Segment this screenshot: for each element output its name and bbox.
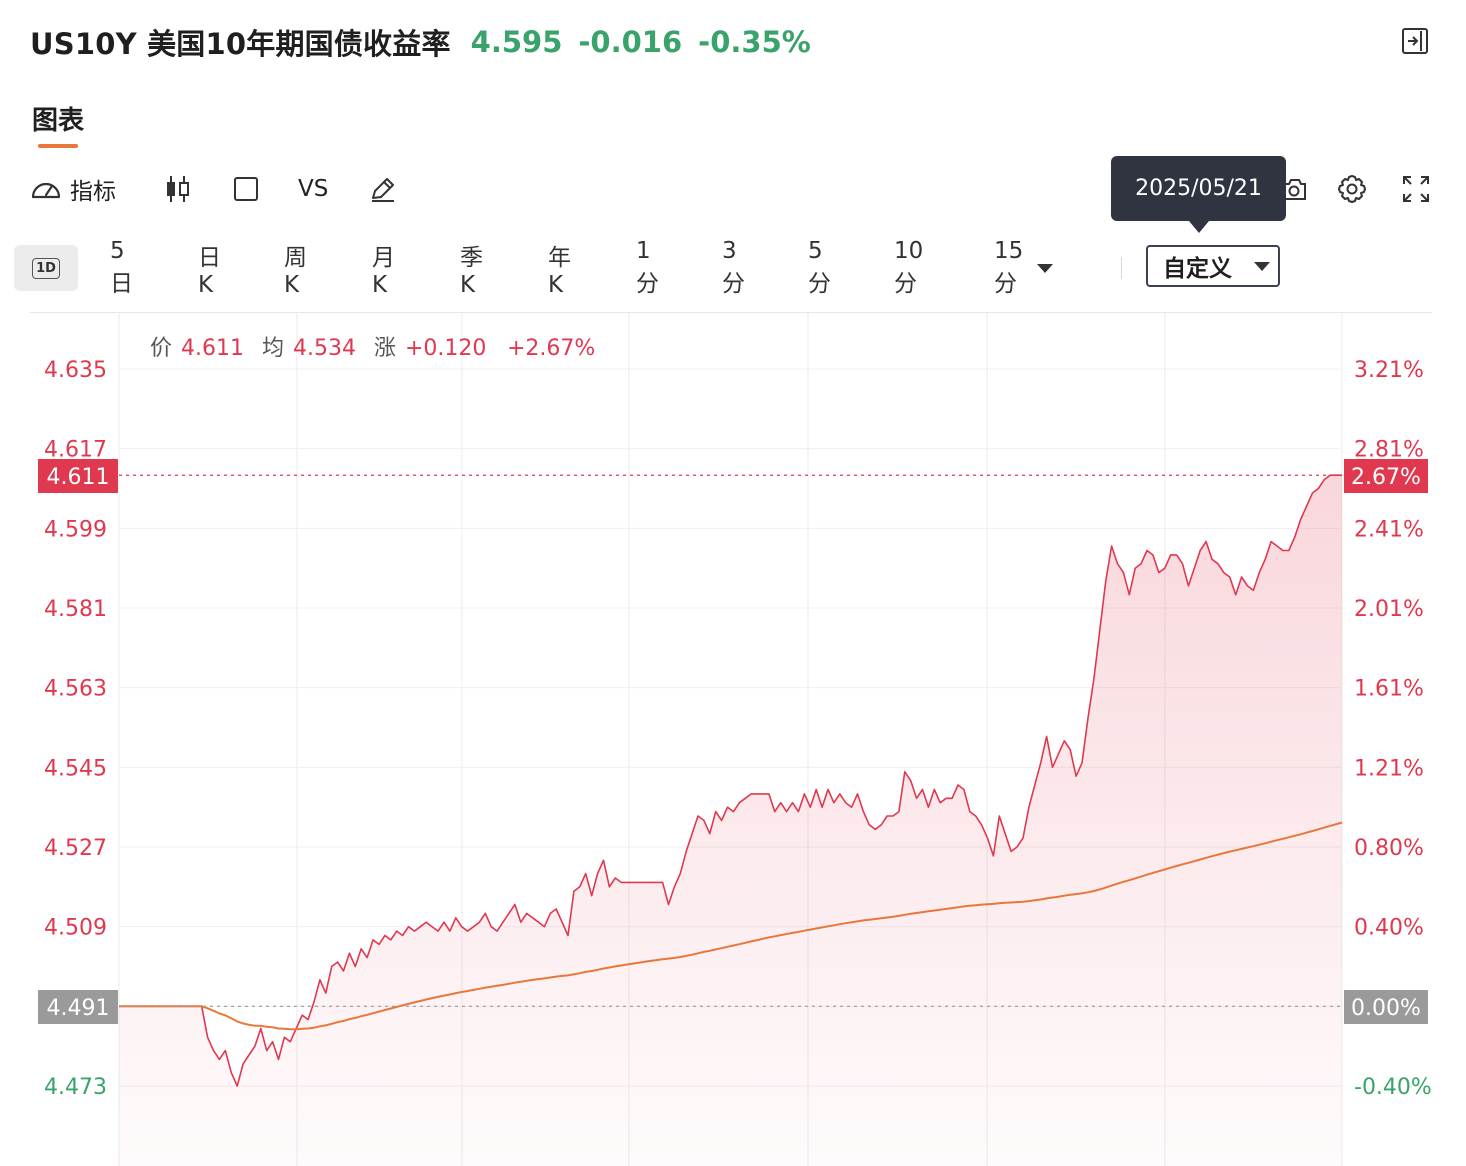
fullscreen-icon bbox=[1403, 176, 1429, 202]
last-price: 4.595 bbox=[470, 25, 563, 59]
quote-header: US10Y 美国10年期国债收益率 4.595 -0.016 -0.35% bbox=[30, 22, 811, 62]
tab-chart[interactable]: 图表 bbox=[32, 100, 84, 137]
price-area bbox=[119, 475, 1342, 1166]
current-pct-marker: 2.67% bbox=[1351, 465, 1421, 490]
custom-period-dropdown[interactable]: 自定义 bbox=[1146, 245, 1280, 287]
info-chg-value: +0.120 bbox=[405, 336, 486, 361]
period-divider bbox=[1121, 257, 1122, 279]
y-tick-label-right: -0.40% bbox=[1354, 1075, 1432, 1100]
chevron-down-icon bbox=[1037, 263, 1054, 273]
y-tick-label-right: 2.81% bbox=[1354, 438, 1424, 463]
current-price-marker: 4.611 bbox=[47, 465, 110, 490]
base-price-marker: 4.491 bbox=[47, 996, 110, 1021]
price-change: -0.016 bbox=[578, 25, 683, 59]
info-chg-pct: +2.67% bbox=[507, 336, 595, 361]
custom-period-label: 自定义 bbox=[1163, 256, 1232, 282]
intraday-chart[interactable]: 4.635 4.617 4.599 4.581 4.563 4.545 4.527 4.509… bbox=[0, 300, 1466, 1166]
period-1d-label: 1D bbox=[32, 257, 60, 279]
info-price-value: 4.611 bbox=[181, 336, 244, 361]
y-tick-label-left: 4.635 bbox=[44, 358, 107, 383]
y-tick-label-left: 4.581 bbox=[44, 597, 107, 622]
y-tick-label-left: 4.473 bbox=[44, 1075, 107, 1100]
period-day-k[interactable]: 日K bbox=[198, 245, 221, 298]
camera-icon bbox=[1283, 179, 1306, 200]
period-10min[interactable]: 10分 bbox=[894, 238, 923, 297]
square-icon bbox=[234, 177, 258, 201]
period-1min[interactable]: 1分 bbox=[636, 238, 659, 297]
indicator-button[interactable]: 指标 bbox=[30, 172, 116, 206]
square-button[interactable] bbox=[233, 172, 259, 206]
period-year-k[interactable]: 年K bbox=[548, 245, 571, 298]
crosshair-info: 价 4.611 均 4.534 涨 +0.120 +2.67% bbox=[150, 336, 595, 361]
y-tick-label-right: 0.40% bbox=[1354, 916, 1424, 941]
y-tick-label-right: 1.61% bbox=[1354, 677, 1424, 702]
y-tick-label-left: 4.509 bbox=[44, 916, 107, 941]
candlestick-icon bbox=[167, 176, 189, 202]
candlestick-button[interactable] bbox=[164, 172, 192, 206]
pencil-icon bbox=[372, 178, 394, 202]
y-tick-label-left: 4.563 bbox=[44, 677, 107, 702]
draw-button[interactable] bbox=[368, 172, 398, 206]
y-tick-label-left: 4.527 bbox=[44, 836, 107, 861]
y-tick-label-right: 0.80% bbox=[1354, 836, 1424, 861]
active-tab-indicator bbox=[38, 144, 78, 148]
chevron-down-icon bbox=[1254, 261, 1270, 271]
info-avg-value: 4.534 bbox=[293, 336, 356, 361]
gear-icon bbox=[1338, 175, 1366, 203]
period-week-k[interactable]: 周K bbox=[284, 245, 307, 298]
price-change-percent: -0.35% bbox=[698, 25, 811, 59]
period-3min[interactable]: 3分 bbox=[722, 238, 745, 297]
y-tick-label-right: 2.01% bbox=[1354, 597, 1424, 622]
period-5d[interactable]: 5日 bbox=[110, 238, 133, 297]
info-price-label: 价 bbox=[150, 336, 172, 361]
y-tick-label-right: 2.41% bbox=[1354, 517, 1424, 542]
period-month-k[interactable]: 月K bbox=[372, 245, 395, 298]
y-tick-label-right: 1.21% bbox=[1354, 756, 1424, 781]
info-avg-label: 均 bbox=[262, 336, 284, 361]
fullscreen-button[interactable] bbox=[1402, 172, 1430, 206]
base-pct-marker: 0.00% bbox=[1351, 996, 1421, 1021]
compare-button[interactable]: VS bbox=[298, 172, 328, 206]
instrument-title: US10Y 美国10年期国债收益率 bbox=[30, 27, 451, 61]
screenshot-button[interactable] bbox=[1283, 172, 1307, 206]
settings-button[interactable] bbox=[1337, 172, 1367, 206]
info-chg-label: 涨 bbox=[374, 336, 396, 361]
y-tick-label-left: 4.617 bbox=[44, 438, 107, 463]
indicator-label: 指标 bbox=[70, 179, 116, 205]
exit-icon[interactable] bbox=[1401, 27, 1429, 55]
y-tick-label-left: 4.545 bbox=[44, 756, 107, 781]
y-tick-label-right: 3.21% bbox=[1354, 358, 1424, 383]
period-15min-label: 15分 bbox=[994, 238, 1024, 297]
gauge-icon bbox=[31, 182, 61, 199]
period-5min[interactable]: 5分 bbox=[808, 238, 831, 297]
period-15min[interactable]: 15分 bbox=[994, 238, 1054, 297]
period-quarter-k[interactable]: 季K bbox=[460, 245, 483, 298]
period-1d[interactable]: 1D bbox=[14, 245, 78, 291]
date-tooltip: 2025/05/21 bbox=[1111, 156, 1286, 233]
y-tick-label-left: 4.599 bbox=[44, 517, 107, 542]
